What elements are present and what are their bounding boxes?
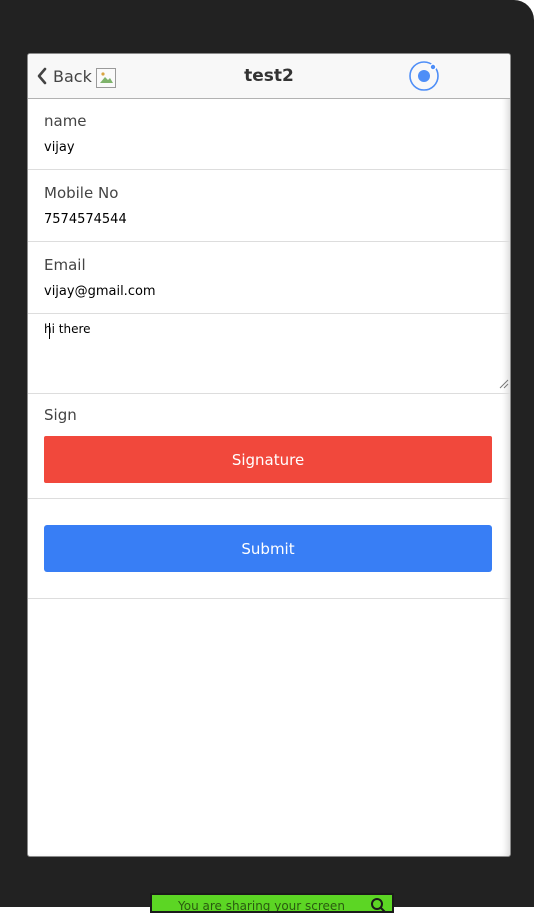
email-label: Email <box>44 256 86 274</box>
mobile-field-item: Mobile No <box>28 170 510 242</box>
email-field-item: Email <box>28 242 510 314</box>
name-label: name <box>44 112 87 130</box>
device-frame: test2 Back name vijay Mobile No 75745745… <box>0 0 534 913</box>
app-screen: test2 Back name vijay Mobile No 75745745… <box>27 53 511 857</box>
sign-section: Sign Signature <box>28 394 510 499</box>
mobile-label: Mobile No <box>44 184 119 202</box>
share-banner-text: You are sharing your screen <box>178 899 345 913</box>
sign-label: Sign <box>44 406 77 424</box>
submit-button[interactable]: Submit <box>44 525 492 572</box>
back-label: Back <box>53 66 92 86</box>
message-textarea[interactable]: hi there <box>44 322 506 388</box>
broken-image-icon <box>96 68 116 88</box>
submit-section: Submit <box>28 499 510 599</box>
back-button[interactable]: Back <box>35 64 92 88</box>
signature-button[interactable]: Signature <box>44 436 492 483</box>
search-icon[interactable] <box>370 897 386 913</box>
name-field-item: name <box>28 98 510 170</box>
chevron-left-icon <box>37 67 47 85</box>
message-field-item: hi there <box>28 314 510 394</box>
device-corner <box>494 0 534 40</box>
screen-share-banner[interactable]: You are sharing your screen <box>150 893 394 913</box>
text-cursor <box>49 323 50 339</box>
ionic-logo-icon[interactable] <box>408 60 440 92</box>
resize-grip-icon[interactable] <box>499 379 509 389</box>
name-input[interactable] <box>44 140 484 155</box>
nav-bar: test2 Back <box>28 54 510 99</box>
email-input[interactable] <box>44 284 484 299</box>
mobile-input[interactable] <box>44 212 484 227</box>
